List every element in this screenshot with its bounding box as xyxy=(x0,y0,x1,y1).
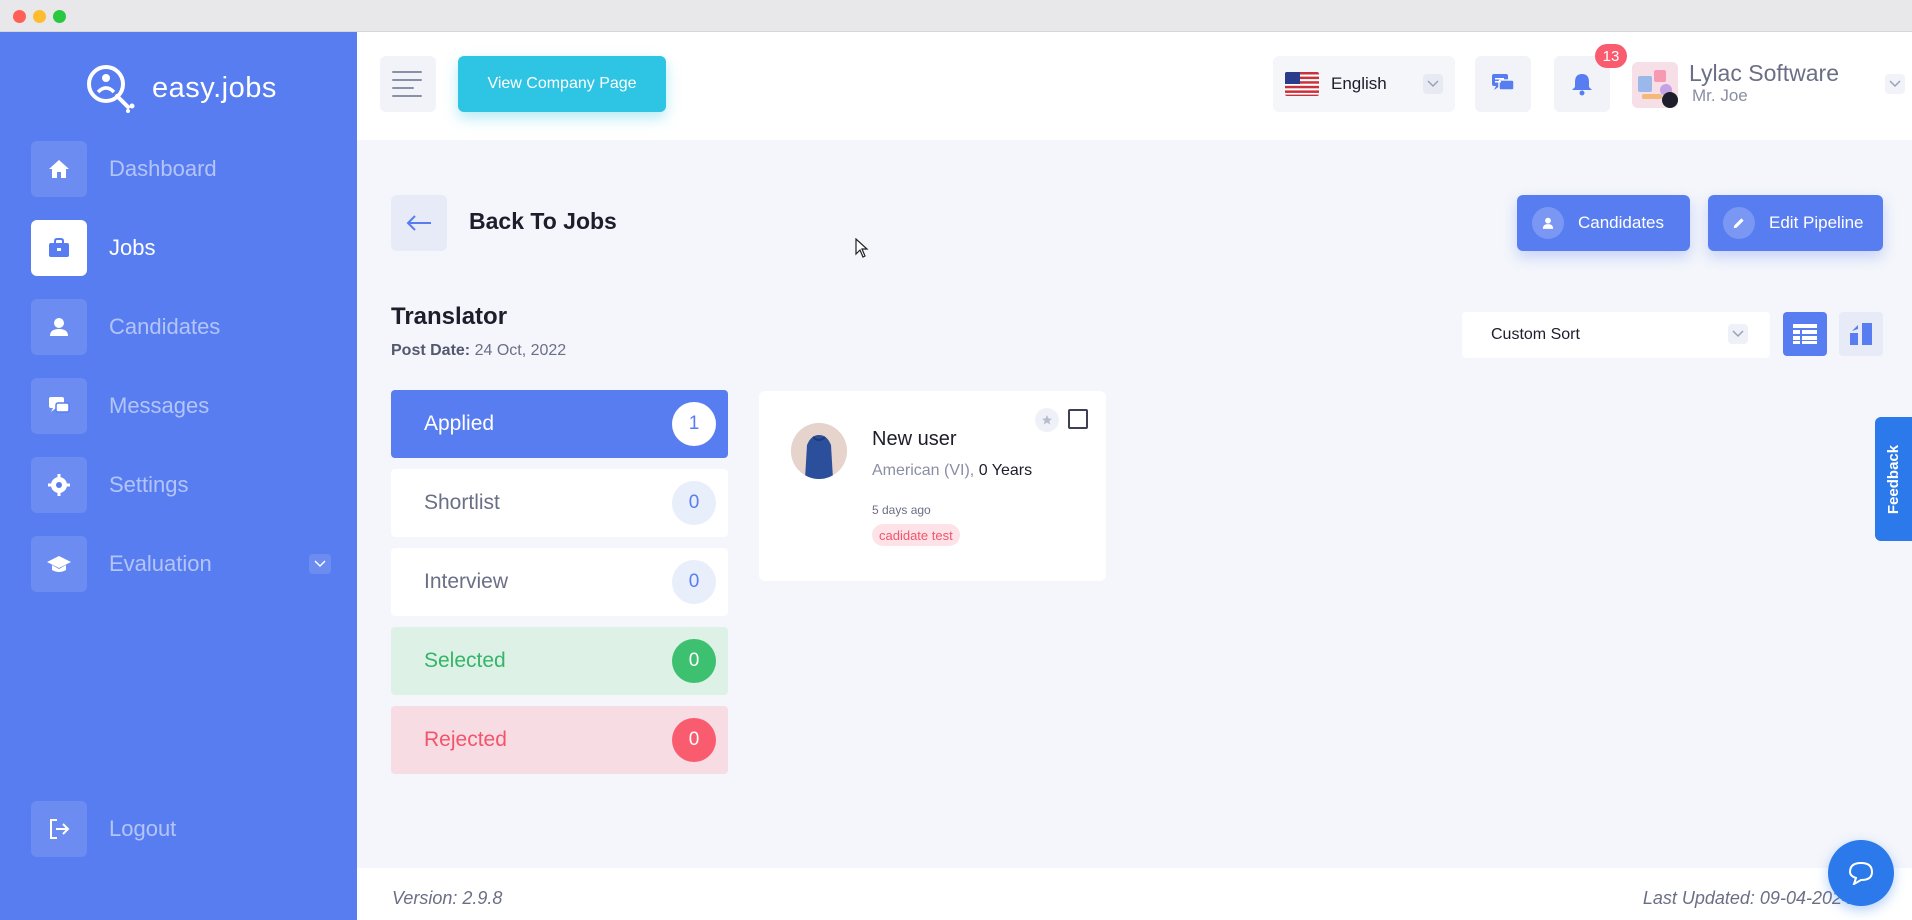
sidebar-item-label: Candidates xyxy=(109,314,221,339)
table-view-icon xyxy=(1793,324,1817,344)
language-selector[interactable]: English xyxy=(1273,56,1455,112)
company-name: Lylac Software xyxy=(1689,60,1839,86)
feedback-tab[interactable]: Feedback xyxy=(1875,417,1912,541)
sidebar-item-label: Evaluation xyxy=(109,551,212,576)
window-close-button[interactable] xyxy=(13,10,26,23)
edit-pipeline-button[interactable]: Edit Pipeline xyxy=(1708,195,1883,251)
stage-label: Interview xyxy=(424,570,509,593)
candidate-applied-time: 5 days ago xyxy=(872,503,931,517)
chevron-down-icon xyxy=(1889,80,1901,88)
chat-bubble-icon xyxy=(1848,861,1874,885)
sidebar-item-dashboard[interactable]: Dashboard xyxy=(31,141,331,197)
stage-label: Rejected xyxy=(424,728,507,751)
graduation-cap-icon xyxy=(31,536,87,592)
star-icon[interactable] xyxy=(1035,408,1059,432)
briefcase-icon xyxy=(31,220,87,276)
back-button[interactable] xyxy=(391,195,447,251)
bell-icon xyxy=(1572,74,1592,96)
candidate-nationality: American (VI), xyxy=(872,462,975,479)
stage-count-badge: 0 xyxy=(672,481,716,525)
profile-menu-chevron[interactable] xyxy=(1885,74,1905,94)
chevron-down-icon[interactable] xyxy=(309,554,331,574)
sidebar-item-messages[interactable]: Messages xyxy=(31,378,331,434)
support-chat-button[interactable] xyxy=(1828,840,1894,906)
stage-count-badge: 1 xyxy=(672,402,716,446)
messages-button[interactable] xyxy=(1475,56,1531,112)
app-version: Version: 2.9.8 xyxy=(392,888,503,908)
pencil-icon xyxy=(1723,207,1755,239)
chat-icon xyxy=(31,378,87,434)
post-date-label: Post Date: xyxy=(391,342,471,359)
logo-icon xyxy=(84,62,140,114)
menu-toggle-button[interactable] xyxy=(380,56,436,112)
sidebar-item-candidates[interactable]: Candidates xyxy=(31,299,331,355)
candidate-tag: cadidate test xyxy=(872,524,960,546)
candidate-select-checkbox[interactable] xyxy=(1068,409,1088,429)
sidebar-item-label: Dashboard xyxy=(109,156,217,181)
sidebar-item-logout[interactable]: Logout xyxy=(31,801,331,857)
stage-label: Shortlist xyxy=(424,491,500,514)
logout-icon xyxy=(31,801,87,857)
sidebar-item-label: Messages xyxy=(109,393,210,418)
us-flag-icon xyxy=(1285,72,1319,96)
pipeline-stage-interview[interactable]: Interview 0 xyxy=(391,548,728,616)
board-view-button[interactable] xyxy=(1839,312,1883,356)
chevron-down-icon xyxy=(1423,74,1443,94)
pipeline-stage-applied[interactable]: Applied 1 xyxy=(391,390,728,458)
stage-count-badge: 0 xyxy=(672,639,716,683)
gear-icon xyxy=(31,457,87,513)
sidebar-item-label: Settings xyxy=(109,472,189,497)
window-titlebar xyxy=(0,0,1912,32)
language-label: English xyxy=(1331,74,1387,93)
notification-count-badge: 13 xyxy=(1595,44,1627,68)
candidate-avatar xyxy=(791,423,847,479)
stage-count-badge: 0 xyxy=(672,560,716,604)
last-updated: Last Updated: 09-04-2024 xyxy=(1642,888,1852,908)
stage-label: Applied xyxy=(424,412,495,435)
candidate-name[interactable]: New user xyxy=(872,428,956,451)
user-icon xyxy=(1532,207,1564,239)
feedback-label: Feedback xyxy=(1885,444,1903,514)
pipeline-stage-rejected[interactable]: Rejected 0 xyxy=(391,706,728,774)
edit-pipeline-button-label: Edit Pipeline xyxy=(1769,213,1864,232)
pipeline-stage-selected[interactable]: Selected 0 xyxy=(391,627,728,695)
sidebar-item-label: Logout xyxy=(109,816,177,841)
company-logo-avatar[interactable] xyxy=(1632,62,1678,108)
chat-icon xyxy=(1492,74,1515,91)
sidebar-item-jobs[interactable]: Jobs xyxy=(31,220,331,276)
candidate-experience: 0 Years xyxy=(978,462,1033,479)
back-to-jobs-link[interactable]: Back To Jobs xyxy=(469,208,617,235)
user-icon xyxy=(31,299,87,355)
window-maximize-button[interactable] xyxy=(53,10,66,23)
post-date-value: 24 Oct, 2022 xyxy=(474,342,567,359)
sidebar-item-settings[interactable]: Settings xyxy=(31,457,331,513)
table-view-button[interactable] xyxy=(1783,312,1827,356)
home-icon xyxy=(31,141,87,197)
stage-count-badge: 0 xyxy=(672,718,716,762)
candidate-meta: American (VI), 0 Years xyxy=(872,462,1032,480)
stage-label: Selected xyxy=(424,649,506,672)
sort-select[interactable]: Custom Sort xyxy=(1462,312,1770,358)
candidates-button[interactable]: Candidates xyxy=(1517,195,1690,251)
user-name: Mr. Joe xyxy=(1692,86,1748,105)
top-header: View Company Page English 13 Lylac Softw… xyxy=(357,32,1912,140)
window-minimize-button[interactable] xyxy=(33,10,46,23)
chevron-down-icon xyxy=(1728,324,1748,344)
candidates-button-label: Candidates xyxy=(1578,213,1665,232)
mouse-cursor xyxy=(855,237,869,263)
sort-select-value: Custom Sort xyxy=(1491,326,1580,343)
candidate-card[interactable]: New user American (VI), 0 Years 5 days a… xyxy=(759,391,1106,581)
footer: Version: 2.9.8 Last Updated: 09-04-2024 xyxy=(357,868,1912,920)
view-company-page-button[interactable]: View Company Page xyxy=(458,56,666,112)
board-view-icon xyxy=(1850,323,1872,345)
job-title: Translator xyxy=(391,303,508,330)
sidebar-item-label: Jobs xyxy=(109,235,156,260)
pipeline-stage-shortlist[interactable]: Shortlist 0 xyxy=(391,469,728,537)
sidebar: easy.jobs Dashboard Jobs Candidates Mess… xyxy=(0,32,357,920)
sidebar-item-evaluation[interactable]: Evaluation xyxy=(31,536,331,592)
app-logo[interactable]: easy.jobs xyxy=(84,62,277,114)
arrow-left-icon xyxy=(406,215,431,231)
post-date: Post Date: 24 Oct, 2022 xyxy=(391,342,566,360)
logo-text: easy.jobs xyxy=(152,71,277,104)
